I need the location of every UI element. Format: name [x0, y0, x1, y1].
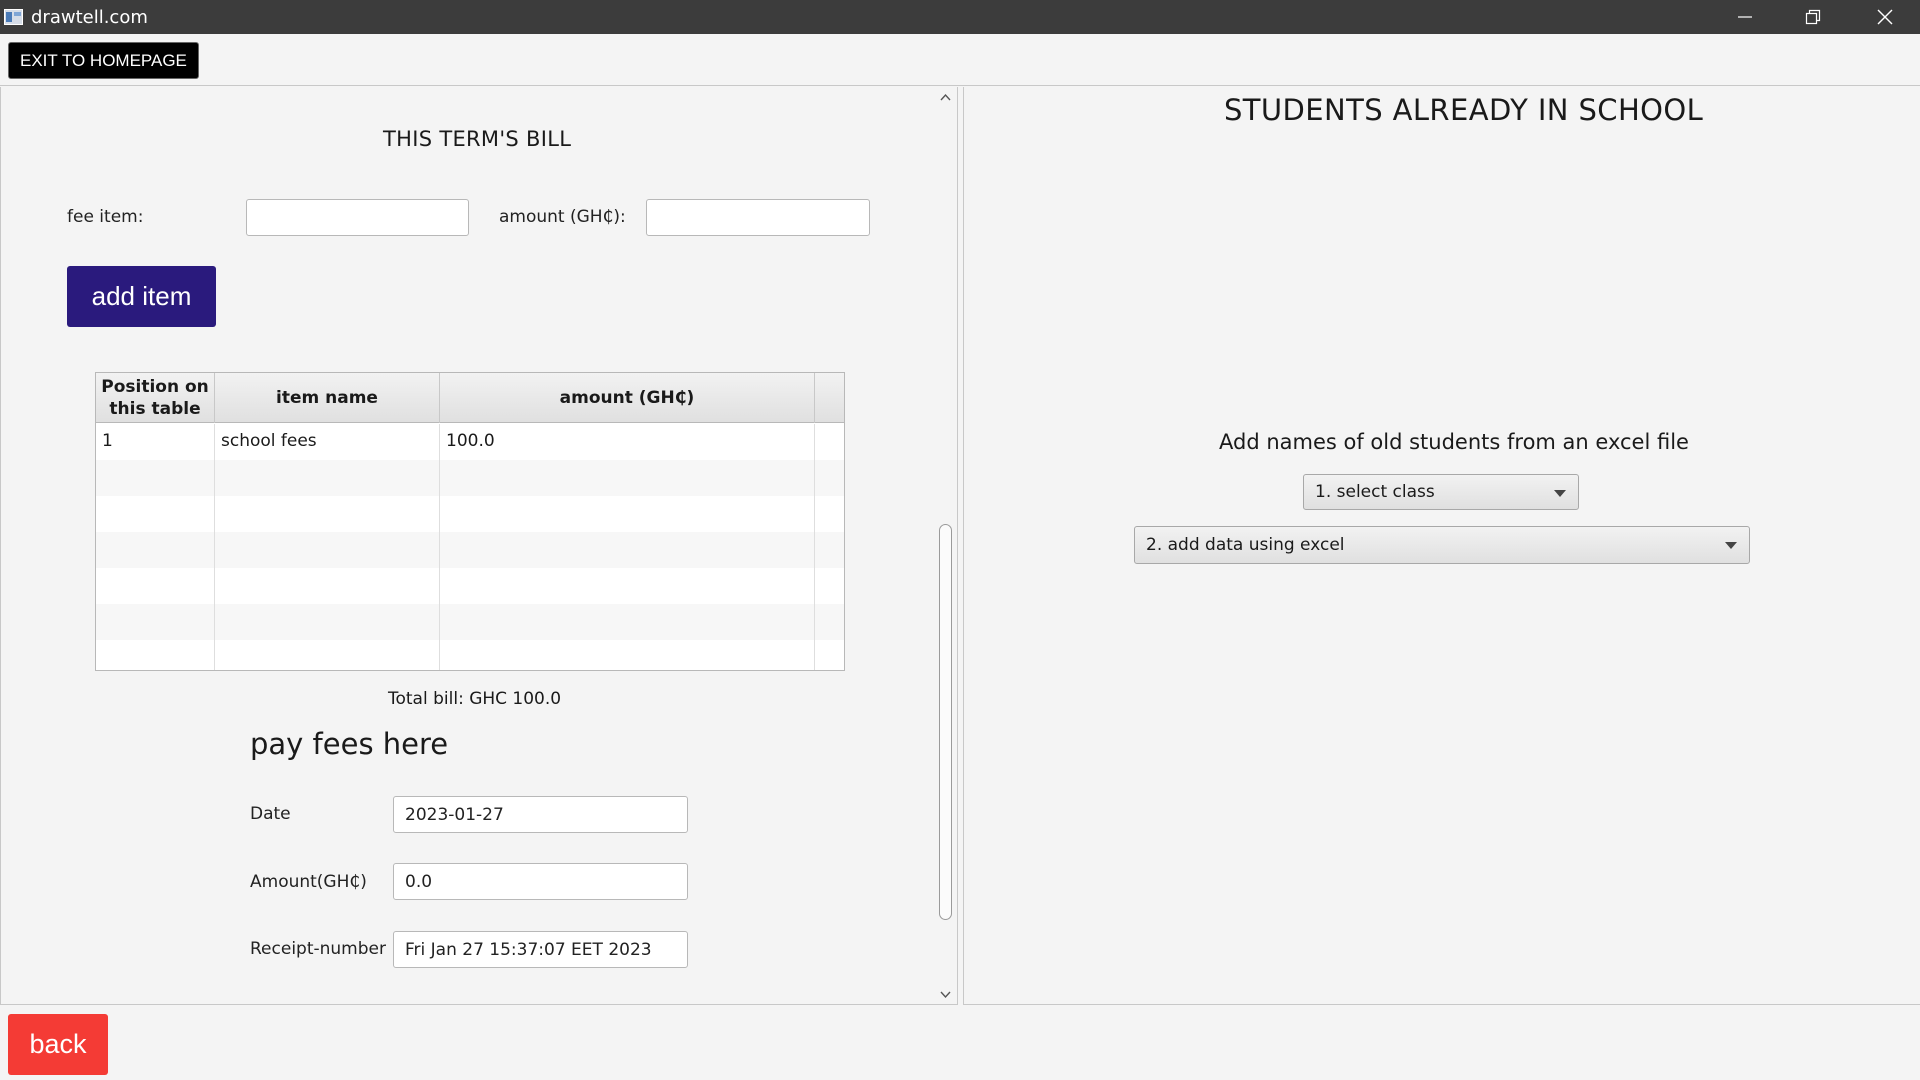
scroll-up-icon[interactable]: [940, 93, 951, 101]
close-icon[interactable]: [1856, 0, 1914, 34]
students-subtitle: Add names of old students from an excel …: [1219, 430, 1689, 454]
empty-row: [96, 460, 844, 496]
total-bill: Total bill: GHC 100.0: [388, 689, 562, 709]
bill-title: THIS TERM'S BILL: [383, 127, 572, 151]
select-class-value: 1. select class: [1315, 482, 1435, 502]
date-field[interactable]: [393, 796, 688, 833]
payment-amount-field[interactable]: [393, 863, 688, 900]
fee-item-label: fee item:: [67, 207, 144, 227]
cell-item-name: school fees: [215, 424, 440, 460]
payment-amount-label: Amount(GH₵): [250, 872, 367, 892]
fee-items-table: Position on this table item name amount …: [95, 372, 845, 671]
exit-to-homepage-button[interactable]: EXIT TO HOMEPAGE: [8, 42, 199, 79]
cell-amount: 100.0: [440, 424, 815, 460]
window-title: drawtell.com: [31, 7, 148, 28]
empty-row: [96, 568, 844, 604]
cell-position: 1: [96, 424, 215, 460]
table-row[interactable]: 1 school fees 100.0: [96, 424, 844, 460]
chevron-down-icon: [1554, 490, 1566, 497]
select-class-dropdown[interactable]: 1. select class: [1303, 474, 1579, 510]
receipt-number-label: Receipt-number: [250, 939, 386, 959]
title-bar: drawtell.com: [0, 0, 1920, 34]
scroll-down-icon[interactable]: [940, 991, 951, 999]
date-label: Date: [250, 804, 291, 824]
empty-row: [96, 496, 844, 532]
minimize-icon[interactable]: [1716, 0, 1774, 34]
excel-data-dropdown[interactable]: 2. add data using excel: [1134, 526, 1750, 564]
empty-row: [96, 604, 844, 640]
pay-fees-heading: pay fees here: [250, 727, 449, 761]
chevron-down-icon: [1725, 542, 1737, 549]
toolbar: EXIT TO HOMEPAGE: [0, 34, 1920, 86]
students-title: STUDENTS ALREADY IN SCHOOL: [1224, 93, 1704, 127]
amount-label: amount (GH₵):: [499, 207, 626, 227]
bottom-bar: back: [0, 1005, 1920, 1080]
scrollbar-thumb[interactable]: [939, 524, 952, 920]
fee-item-input[interactable]: [246, 199, 469, 236]
receipt-number-field[interactable]: [393, 931, 688, 968]
empty-row: [96, 640, 844, 670]
column-header-amount[interactable]: amount (GH₵): [440, 373, 815, 423]
add-item-button[interactable]: add item: [67, 266, 216, 327]
back-button[interactable]: back: [8, 1014, 108, 1075]
empty-row: [96, 532, 844, 568]
amount-input[interactable]: [646, 199, 870, 236]
excel-data-value: 2. add data using excel: [1146, 535, 1345, 555]
column-header-item-name[interactable]: item name: [215, 373, 440, 423]
column-header-position[interactable]: Position on this table: [96, 373, 215, 423]
restore-icon[interactable]: [1784, 0, 1842, 34]
app-icon: [4, 9, 23, 25]
table-header: Position on this table item name amount …: [96, 373, 844, 423]
